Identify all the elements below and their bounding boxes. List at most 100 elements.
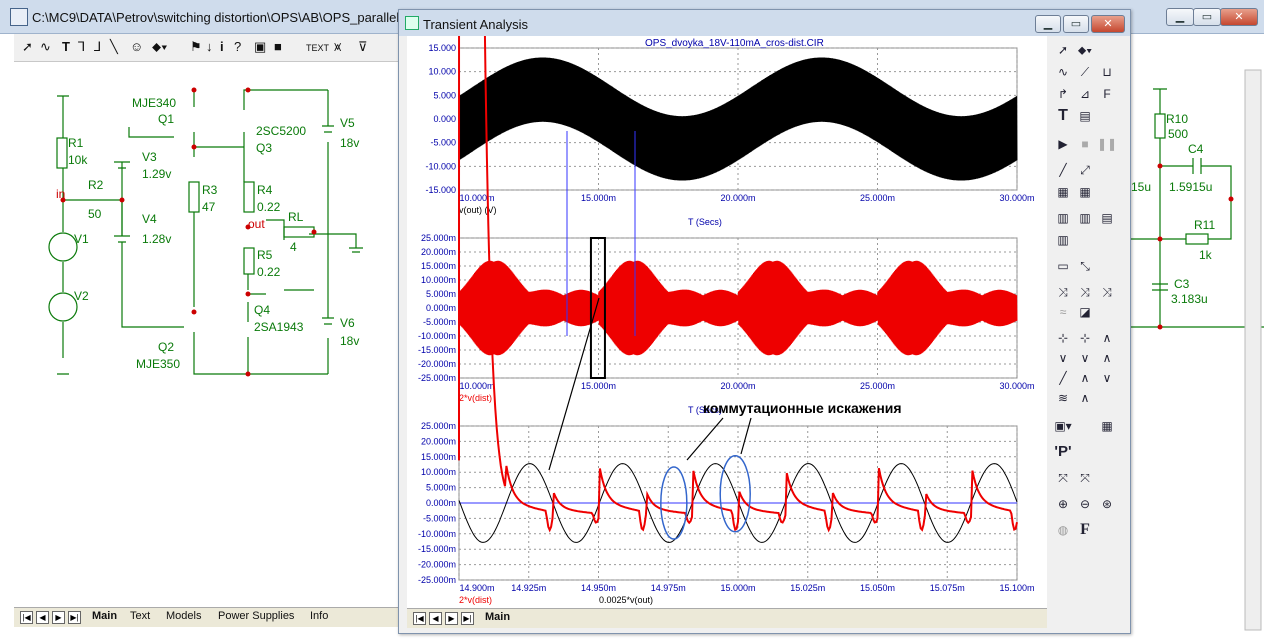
next-tab-button[interactable]: ▶ — [52, 611, 65, 624]
info-icon[interactable]: i — [220, 39, 224, 54]
bar2-icon[interactable]: ▥ — [1075, 208, 1095, 228]
ta-next-tab-button[interactable]: ▶ — [445, 612, 458, 625]
slope-icon[interactable]: ╱ — [1053, 368, 1073, 388]
package-icon[interactable]: ▣▾ — [1053, 416, 1073, 436]
ta-prev-tab-button[interactable]: ◀ — [429, 612, 442, 625]
slope2-icon[interactable]: ∧ — [1075, 368, 1095, 388]
fourier-icon[interactable]: F — [1097, 84, 1117, 104]
tool-icon-2[interactable]: ⟋ — [1075, 62, 1095, 82]
zoom-out-icon[interactable]: ⊖ — [1075, 494, 1095, 514]
bar-icon[interactable]: ▥ — [1053, 208, 1073, 228]
font-icon[interactable]: F — [1075, 520, 1095, 540]
tool-icon-3[interactable]: ⊔ — [1097, 62, 1117, 82]
point-line-icon[interactable]: ⤢ — [1075, 160, 1095, 180]
probe-icon[interactable]: ⊽ — [358, 39, 368, 55]
x-tick-label: 15.000m — [581, 193, 616, 203]
help-icon[interactable]: ? — [234, 39, 241, 54]
bar3-icon[interactable]: ▤ — [1097, 208, 1117, 228]
select-icon[interactable]: ➚ — [1053, 40, 1073, 60]
zoom-fit-icon[interactable]: ⊛ — [1097, 494, 1117, 514]
tab-info[interactable]: Info — [310, 610, 328, 622]
last-tab-button[interactable]: ▶| — [68, 611, 81, 624]
pause-icon[interactable]: ❚❚ — [1097, 134, 1117, 154]
tool-icon-5[interactable]: ⊿ — [1075, 84, 1095, 104]
schematic-canvas[interactable]: MJE340 Q1 R1 10k V3 1.29v 2SC5200 Q3 V5 … — [14, 62, 400, 604]
transient-minimize-button[interactable]: ▁ — [1035, 15, 1061, 33]
label-q3: Q3 — [256, 141, 273, 155]
plot-area[interactable]: 10.000m 15.000m 20.000m 25.000m 30.000m 15.00… — [407, 0, 1047, 617]
x-tick-label: 15.075m — [930, 583, 965, 593]
xy2-icon[interactable]: ⤧ — [1075, 468, 1095, 488]
select-mode-icon[interactable]: ⬥▾ — [152, 39, 167, 55]
prev-tab-button[interactable]: ◀ — [36, 611, 49, 624]
text-tool-icon-2[interactable]: T — [1053, 106, 1073, 126]
zoom-in-icon[interactable]: ⊕ — [1053, 494, 1073, 514]
p-icon[interactable]: 'P' — [1053, 442, 1073, 462]
run-icon[interactable]: ▶ — [1053, 134, 1073, 154]
mode-icon[interactable]: ⬥▾ — [1075, 40, 1095, 60]
wire-l-icon[interactable]: ⅃ — [94, 39, 101, 55]
properties-icon-2[interactable]: ▤ — [1075, 106, 1095, 126]
peak4-icon[interactable]: ∧ — [1097, 348, 1117, 368]
maximize-button[interactable]: ▭ — [1193, 8, 1221, 26]
transient-close-button[interactable]: ✕ — [1091, 15, 1125, 33]
label-in: in — [56, 187, 66, 201]
cursor3-icon[interactable]: ⤨ — [1097, 282, 1117, 302]
y-tick-label: 5.000 — [433, 90, 456, 100]
wire-ortho-icon[interactable]: ⅂ — [78, 39, 85, 55]
transient-maximize-button[interactable]: ▭ — [1063, 15, 1089, 33]
grid-icon[interactable]: ▦ — [1053, 182, 1073, 202]
tool-disabled-icon[interactable]: ≈ — [1053, 302, 1073, 322]
wave2-icon[interactable]: ≋ — [1053, 388, 1073, 408]
x-tick-label: 14.975m — [651, 583, 686, 593]
scope-icon[interactable]: ∿ — [1053, 62, 1073, 82]
tab-power-supplies[interactable]: Power Supplies — [218, 610, 294, 622]
peak3-icon[interactable]: ∧ — [1097, 328, 1117, 348]
close-button[interactable]: ✕ — [1220, 8, 1258, 26]
minimize-button[interactable]: ▁ — [1166, 8, 1194, 26]
transient-window-icon — [405, 16, 419, 30]
text-tool-icon[interactable]: T — [62, 39, 70, 54]
tab-main[interactable]: Main — [92, 610, 117, 622]
wire-icon[interactable]: ∿ — [40, 39, 51, 55]
component-icon[interactable]: ☺ — [130, 39, 143, 54]
stop-analysis-icon[interactable]: ■ — [1075, 134, 1095, 154]
wave-icon[interactable]: ⩙ — [334, 39, 341, 55]
y-tick-label: -15.000m — [418, 544, 456, 554]
globe-icon[interactable]: ◍ — [1053, 520, 1073, 540]
label-c3-value: 3.183u — [1171, 292, 1208, 306]
table-icon[interactable]: ▦ — [1097, 416, 1117, 436]
grid2-icon[interactable]: ▦ — [1075, 182, 1095, 202]
peak2-icon[interactable]: ⊹ — [1075, 328, 1095, 348]
cursor2-icon[interactable]: ⤨ — [1075, 282, 1095, 302]
y-tick-label: -10.000m — [418, 529, 456, 539]
text-label-icon[interactable]: TEXT — [306, 43, 329, 53]
line-icon[interactable]: ╲ — [110, 39, 118, 55]
cursor-icon[interactable]: ⤨ — [1053, 282, 1073, 302]
ta-first-tab-button[interactable]: |◀ — [413, 612, 426, 625]
xy-icon[interactable]: ⤧ — [1053, 468, 1073, 488]
flag-icon[interactable]: ⚑ — [190, 39, 202, 55]
window-icon[interactable]: ▭ — [1053, 256, 1073, 276]
x-axis-label: T (Secs) — [688, 217, 722, 227]
pointer-icon[interactable]: ➚ — [22, 39, 33, 55]
node-icon[interactable]: ↓ — [206, 39, 213, 54]
wave3-icon[interactable]: ∧ — [1075, 388, 1095, 408]
tab-text[interactable]: Text — [130, 610, 150, 622]
tab-models[interactable]: Models — [166, 610, 201, 622]
valley-icon[interactable]: ∨ — [1053, 348, 1073, 368]
measure-icon[interactable]: ⤡ — [1075, 256, 1095, 276]
stop-icon[interactable]: ■ — [274, 39, 282, 54]
line-tool-icon[interactable]: ╱ — [1053, 160, 1073, 180]
x-tick-label: 20.000m — [720, 193, 755, 203]
tool-icon-4[interactable]: ↱ — [1053, 84, 1073, 104]
properties-icon[interactable]: ▣ — [254, 39, 266, 55]
ta-last-tab-button[interactable]: ▶| — [461, 612, 474, 625]
peak-icon[interactable]: ⊹ — [1053, 328, 1073, 348]
ta-tab-main[interactable]: Main — [485, 611, 510, 623]
bar4-icon[interactable]: ▥ — [1053, 230, 1073, 250]
chart-icon[interactable]: ◪ — [1075, 302, 1095, 322]
valley2-icon[interactable]: ∨ — [1075, 348, 1095, 368]
first-tab-button[interactable]: |◀ — [20, 611, 33, 624]
slope3-icon[interactable]: ∨ — [1097, 368, 1117, 388]
